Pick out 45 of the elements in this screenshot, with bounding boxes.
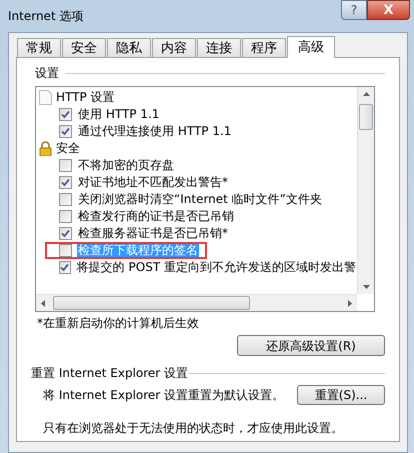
option-label[interactable]: 不将加密的页存盘 [77, 159, 175, 172]
checkbox[interactable] [59, 125, 72, 138]
tab[interactable]: 常规 [17, 38, 61, 57]
checkbox[interactable] [59, 227, 72, 240]
checkbox[interactable] [59, 193, 72, 206]
group-label: 设置 [35, 65, 59, 82]
option-label[interactable]: 将提交的 POST 重定向到不允许发送的区域时发出警 [76, 261, 357, 274]
scroll-right-icon[interactable] [348, 300, 352, 307]
reset-button[interactable]: 重置(S)... [297, 385, 385, 405]
tab[interactable]: 隐私 [107, 38, 151, 57]
vertical-scrollbar[interactable] [357, 87, 374, 294]
tab[interactable]: 程序 [242, 38, 286, 57]
tab[interactable]: 安全 [62, 38, 106, 57]
tab[interactable]: 高级 [287, 36, 335, 58]
reset-description: 将 Internet Explorer 设置重置为默认设置。 [43, 387, 284, 404]
group-heading: 安全 [56, 142, 80, 155]
horizontal-scrollbar[interactable] [36, 294, 357, 311]
scroll-down-icon[interactable] [363, 285, 370, 289]
reset-note: 只有在浏览器处于无法使用的状态时，才应使用此设置。 [43, 420, 344, 437]
scroll-thumb[interactable] [53, 296, 250, 310]
group-label: 重置 Internet Explorer 设置 [31, 365, 188, 382]
footnote: *在重新启动你的计算机后生效 [37, 315, 200, 332]
page-icon [39, 90, 52, 105]
option-label[interactable]: 对证书地址不匹配发出警告* [77, 176, 229, 189]
scroll-up-icon[interactable] [363, 92, 370, 96]
group-heading: HTTP 设置 [56, 91, 115, 104]
option-label[interactable]: 关闭浏览器时清空“Internet 临时文件”文件夹 [77, 193, 323, 206]
option-label[interactable]: 检查发行商的证书是否已吊销 [77, 210, 235, 223]
option-label[interactable]: 检查服务器证书是否已吊销* [77, 227, 229, 240]
checkbox[interactable] [59, 261, 71, 274]
restore-button[interactable]: 还原高级设置(R) [237, 335, 385, 356]
checkbox[interactable] [59, 176, 72, 189]
option-label[interactable]: 使用 HTTP 1.1 [77, 108, 160, 121]
checkbox[interactable] [59, 159, 72, 172]
scroll-left-icon[interactable] [41, 300, 45, 307]
checkbox[interactable] [59, 244, 72, 257]
help-button[interactable]: ? [341, 0, 367, 20]
tab[interactable]: 内容 [152, 38, 196, 57]
window-title: Internet 选项 [8, 8, 84, 25]
option-label[interactable]: 通过代理连接使用 HTTP 1.1 [77, 125, 232, 138]
tab[interactable]: 连接 [197, 38, 241, 57]
lock-icon [39, 141, 52, 156]
checkbox[interactable] [59, 210, 72, 223]
scroll-thumb[interactable] [359, 104, 373, 130]
checkbox[interactable] [59, 108, 72, 121]
